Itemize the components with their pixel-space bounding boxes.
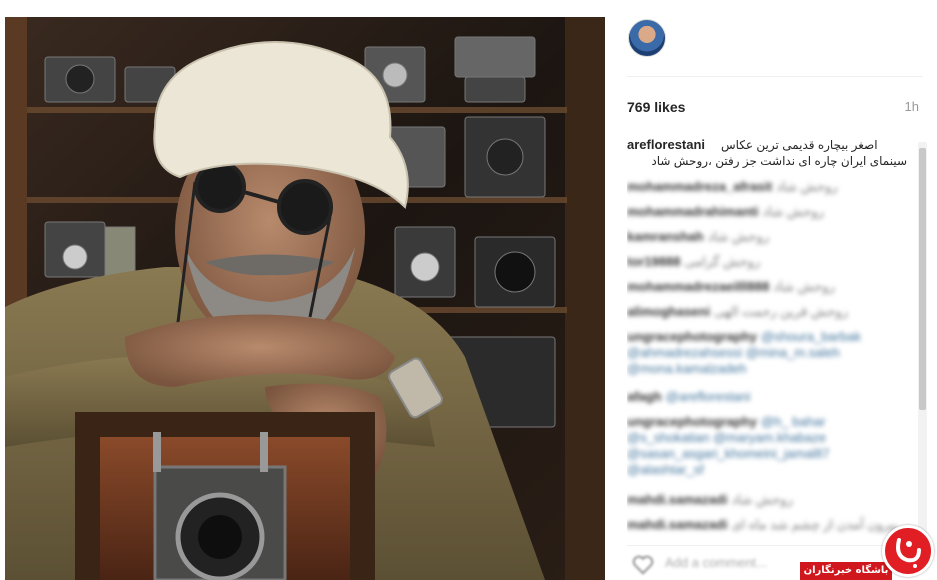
comment-text: روحش شاد [773, 279, 835, 294]
caption-text-line2: سینمای ایران چاره ای نداشت جز رفتن ،روحش… [651, 154, 907, 168]
comment-text: روحش شاد [707, 229, 770, 244]
comment-text: روحش شاد [731, 492, 793, 507]
caption-text-line1: اصغر بیچاره قدیمی ترین عکاس [721, 138, 878, 152]
comments-list: areflorestani اصغر بیچاره قدیمی ترین عکا… [627, 135, 913, 540]
comment-username[interactable]: mohammadrezaeilll888 [627, 279, 769, 294]
likes-row: 769 likes 1h [627, 97, 923, 119]
comment-username[interactable]: mahdi.samazadi [627, 517, 727, 532]
comment-username[interactable]: ungracephotography [627, 414, 757, 429]
comments-scrollbar[interactable] [918, 142, 927, 534]
add-comment-input[interactable]: Add a comment... [665, 555, 767, 570]
caption: areflorestani اصغر بیچاره قدیمی ترین عکا… [627, 137, 907, 153]
photo-illustration [5, 17, 605, 580]
comment-username[interactable]: mohammadreza_afrasit [627, 179, 772, 194]
comment-text: روحش گرامی [684, 254, 761, 269]
comment-text[interactable]: @areflorestani [666, 389, 751, 404]
avatar[interactable] [628, 19, 666, 57]
post-photo[interactable] [5, 17, 605, 580]
comment-text: روحش قرین رحمت الهی [714, 304, 848, 319]
list-item: kamranshah روحش شاد [627, 229, 769, 245]
comment-username[interactable]: kamranshah [627, 229, 704, 244]
list-item: tor19888 روحش گرامی [627, 254, 760, 270]
list-item: mahdi.samazadi بیرون آمدن از چشم شد ماه ا… [627, 517, 898, 533]
list-item: mahdi.samazadi روحش شاد [627, 492, 793, 508]
list-item: ungracephotography @shoura_barbak @ahmadr… [627, 329, 861, 377]
comment-username[interactable]: afagh [627, 389, 662, 404]
comment-text: روحش شاد [776, 179, 838, 194]
heart-icon[interactable] [632, 555, 654, 575]
watermark-logo [882, 525, 934, 577]
list-item: mohammadreza_afrasit روحش شاد [627, 179, 838, 195]
comment-username[interactable]: tor19888 [627, 254, 680, 269]
comment-text: بیرون آمدن از چشم شد ماه ای [731, 517, 899, 532]
list-item: mohammadrezaeilll888 روحش شاد [627, 279, 835, 295]
comment-text: روحش شاد [762, 204, 824, 219]
comment-username[interactable]: alimoghaseni [627, 304, 710, 319]
list-item: mohammadrahimanti روحش شاد [627, 204, 824, 220]
comment-username[interactable]: mohammadrahimanti [627, 204, 758, 219]
list-item: ungracephotography @h_ bahar @s_shokatian… [627, 414, 857, 478]
comment-username[interactable]: mahdi.samazadi [627, 492, 727, 507]
comment-username[interactable]: ungracephotography [627, 329, 757, 344]
post-sidebar: 769 likes 1h areflorestani اصغر بیچاره ق… [605, 0, 937, 580]
scrollbar-thumb[interactable] [919, 148, 926, 410]
likes-count[interactable]: 769 likes [627, 99, 685, 115]
post-time[interactable]: 1h [905, 99, 919, 114]
logo-icon [896, 538, 921, 568]
post-header [627, 17, 923, 77]
caption-username[interactable]: areflorestani [627, 137, 705, 152]
watermark-badge: باشگاه خبرنگاران [800, 562, 892, 580]
list-item: alimoghaseni روحش قرین رحمت الهی [627, 304, 848, 320]
list-item: afagh @areflorestani [627, 389, 750, 405]
